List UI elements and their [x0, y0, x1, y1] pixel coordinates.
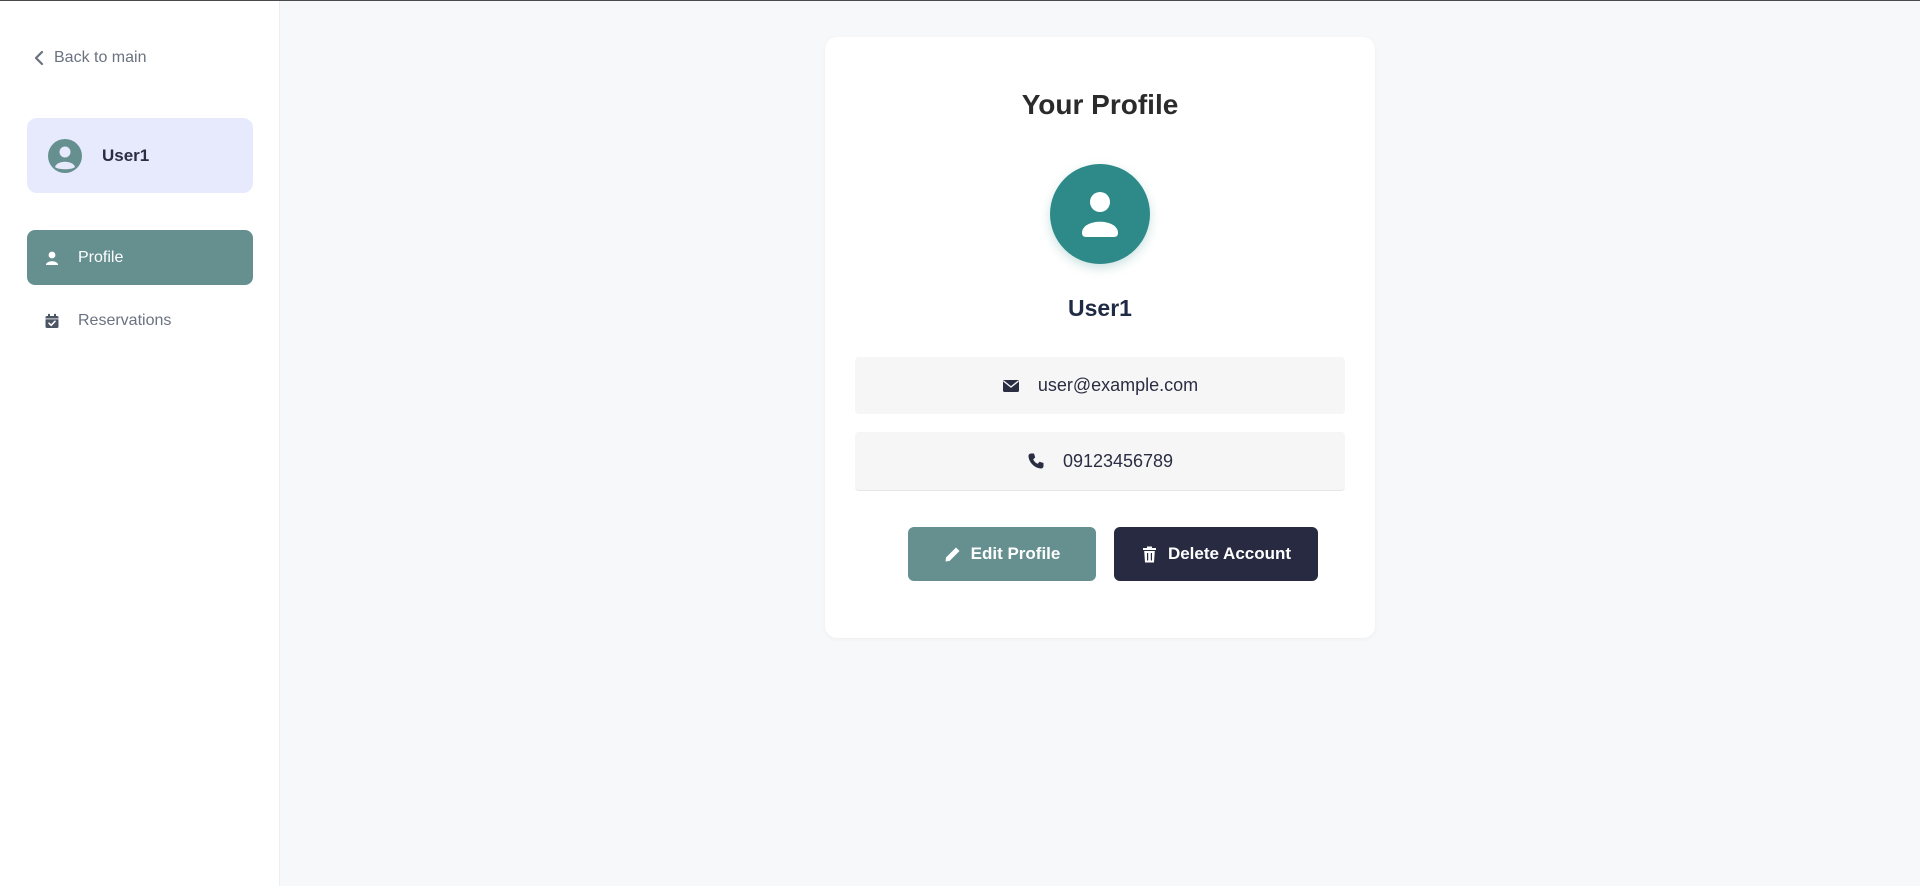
sidebar-user-name: User1 — [102, 145, 150, 165]
trash-icon — [1142, 546, 1156, 562]
chevron-left-icon — [34, 51, 44, 65]
envelope-icon — [1002, 379, 1019, 392]
phone-icon — [1028, 453, 1044, 469]
back-to-main-link[interactable]: Back to main — [34, 49, 146, 67]
calendar-check-icon — [45, 313, 59, 328]
profile-card: Your Profile User1 user@example.com 0912… — [825, 37, 1375, 638]
sidebar-item-label: Profile — [78, 248, 124, 266]
user-icon — [1082, 192, 1118, 237]
back-to-main-label: Back to main — [54, 49, 147, 66]
phone-value: 09123456789 — [1062, 450, 1174, 471]
email-row: user@example.com — [855, 357, 1345, 414]
page-title: Your Profile — [1021, 89, 1179, 120]
delete-account-label: Delete Account — [1167, 544, 1292, 563]
user-circle-icon — [48, 138, 82, 173]
pencil-icon — [945, 547, 960, 561]
edit-profile-button[interactable]: Edit Profile — [908, 527, 1096, 581]
sidebar-item-reservations[interactable]: Reservations — [27, 293, 253, 348]
user-icon — [46, 251, 58, 265]
profile-name: User1 — [1068, 295, 1132, 321]
avatar — [1050, 164, 1150, 264]
delete-account-button[interactable]: Delete Account — [1114, 527, 1318, 581]
sidebar-item-profile[interactable]: Profile — [27, 230, 253, 285]
phone-row: 09123456789 — [855, 432, 1345, 491]
sidebar-user-card: User1 — [27, 118, 253, 193]
top-border — [0, 0, 1920, 1]
edit-profile-label: Edit Profile — [970, 544, 1061, 563]
sidebar: Back to main User1 Profile Reservations — [0, 1, 280, 886]
sidebar-item-label: Reservations — [78, 311, 172, 329]
email-value: user@example.com — [1037, 375, 1199, 395]
